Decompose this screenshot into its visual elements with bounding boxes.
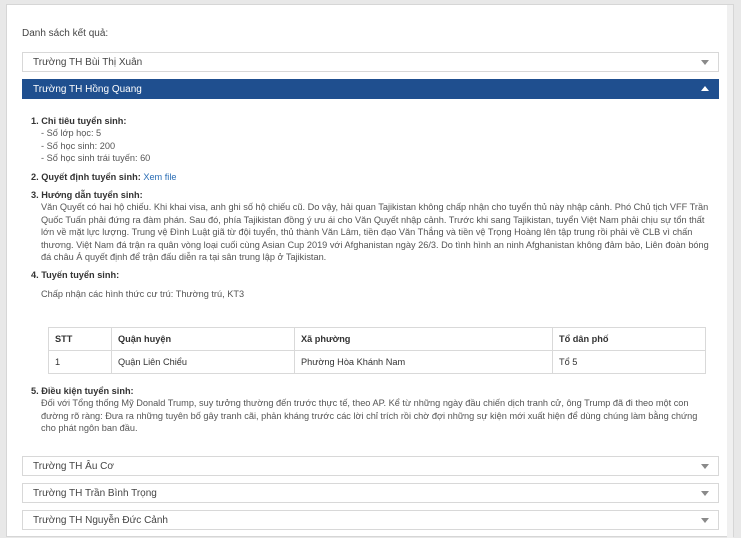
list-item: - Số học sinh trái tuyến: 60 [41,153,151,164]
accordion-school-1[interactable]: Trường TH Bùi Thị Xuân [22,52,719,72]
accordion-school-3[interactable]: Trường TH Âu Cơ [22,456,719,476]
section-title: 5. Điều kiện tuyển sinh: [31,386,134,396]
school-detail: 1. Chỉ tiêu tuyển sinh: - Số lớp học: 5 … [31,115,711,300]
table-header: Xã phường [294,327,553,351]
accordion-school-5[interactable]: Trường TH Nguyễn Đức Cảnh [22,510,719,530]
chevron-up-icon [701,86,709,91]
table-cell: Quận Liên Chiểu [111,350,295,374]
accordion-label: Trường TH Hồng Quang [33,83,142,95]
accordion-school-2[interactable]: Trường TH Hồng Quang [22,79,719,99]
section-title: 2. Quyết định tuyển sinh: [31,171,141,182]
section-title: 4. Tuyến tuyển sinh: [31,270,120,281]
view-file-link[interactable]: Xem file [143,172,176,182]
accordion-label: Trường TH Nguyễn Đức Cảnh [33,514,168,526]
chevron-down-icon [701,464,709,469]
list-item: - Số học sinh: 200 [41,140,116,151]
accordion-label: Trường TH Âu Cơ [33,460,114,472]
section-text: Văn Quyết có hai hộ chiếu. Khi khai visa… [41,202,709,263]
section-text: Đối với Tổng thống Mỹ Donald Trump, suy … [41,398,698,434]
table-cell: 1 [48,350,112,374]
accordion-label: Trường TH Bùi Thị Xuân [33,56,143,68]
section-title: 3. Hướng dẫn tuyển sinh: [31,190,143,201]
table-row: 1 Quận Liên Chiểu Phường Hòa Khánh Nam T… [48,350,706,374]
results-title: Danh sách kết quả: [22,28,109,39]
table-header: STT [48,327,112,351]
table-cell: Phường Hòa Khánh Nam [294,350,553,374]
vertical-scrollbar[interactable] [727,5,733,538]
list-item: - Số lớp học: 5 [41,128,102,139]
results-panel: Danh sách kết quả: Trường TH Bùi Thị Xuâ… [6,4,734,538]
table-header: Tổ dân phố [552,327,706,351]
section-title: 1. Chỉ tiêu tuyển sinh: [31,116,127,126]
table-header-row: STT Quận huyện Xã phường Tổ dân phố [48,327,706,351]
area-table: STT Quận huyện Xã phường Tổ dân phố 1 Qu… [48,327,706,374]
table-cell: Tổ 5 [552,350,706,374]
accordion-school-4[interactable]: Trường TH Trần Bình Trọng [22,483,719,503]
chevron-down-icon [701,60,709,65]
conditions-section: 5. Điều kiện tuyển sinh: Đối với Tổng th… [31,385,711,435]
section-text: Chấp nhận các hình thức cư trú: Thường t… [41,288,245,299]
chevron-down-icon [701,518,709,523]
table-header: Quận huyện [111,327,295,351]
accordion-label: Trường TH Trần Bình Trọng [33,487,157,499]
decision-row: 2. Quyết định tuyển sinh: Xem file [31,171,711,183]
chevron-down-icon [701,491,709,496]
